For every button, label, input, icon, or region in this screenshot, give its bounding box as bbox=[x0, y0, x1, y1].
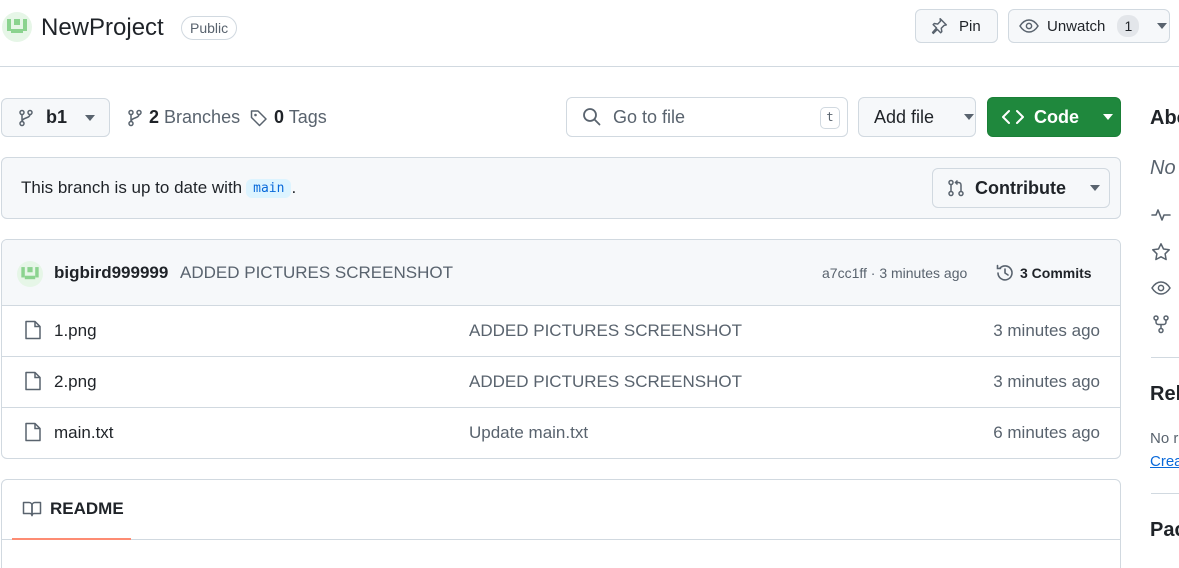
branch-status-text: This branch is up to date with main . bbox=[21, 178, 296, 198]
latest-commit-bar: bigbird999999 ADDED PICTURES SCREENSHOT … bbox=[2, 240, 1120, 306]
table-row[interactable]: 2.png ADDED PICTURES SCREENSHOT 3 minute… bbox=[2, 357, 1120, 408]
commit-meta[interactable]: a7cc1ff · 3 minutes ago bbox=[822, 265, 967, 281]
tab-readme[interactable]: README bbox=[12, 480, 131, 540]
file-name[interactable]: 2.png bbox=[54, 372, 97, 392]
star-icon[interactable] bbox=[1151, 242, 1171, 262]
unwatch-label: Unwatch bbox=[1047, 17, 1106, 35]
pin-button[interactable]: Pin bbox=[915, 9, 998, 43]
tags-label: Tags bbox=[288, 107, 327, 127]
code-label: Code bbox=[1034, 106, 1079, 127]
pulse-icon[interactable] bbox=[1151, 206, 1171, 224]
file-commit-message[interactable]: ADDED PICTURES SCREENSHOT bbox=[469, 372, 742, 392]
git-branch-icon bbox=[127, 109, 143, 127]
readme-label: README bbox=[50, 499, 124, 518]
branches-count: 2 bbox=[149, 107, 160, 127]
file-commit-message[interactable]: Update main.txt bbox=[469, 423, 588, 443]
watch-counter: 1 bbox=[1117, 15, 1140, 37]
visibility-badge: Public bbox=[181, 16, 238, 40]
caret-down-icon bbox=[964, 114, 975, 120]
shortcut-key: t bbox=[820, 107, 840, 129]
banner-suffix: . bbox=[291, 178, 297, 197]
git-branch-icon bbox=[18, 109, 34, 127]
file-icon bbox=[24, 320, 42, 340]
pin-icon bbox=[930, 17, 948, 35]
readme-panel: README bbox=[1, 479, 1121, 568]
file-commit-time: 6 minutes ago bbox=[993, 423, 1100, 442]
tags-link[interactable]: 0 Tags bbox=[250, 107, 327, 128]
commits-link[interactable]: 3 Commits bbox=[995, 263, 1092, 283]
history-icon bbox=[995, 263, 1015, 283]
add-file-button[interactable]: Add file bbox=[858, 97, 976, 137]
table-row[interactable]: main.txt Update main.txt 6 minutes ago bbox=[2, 408, 1120, 458]
releases-heading[interactable]: Rel bbox=[1150, 383, 1179, 406]
pull-request-icon bbox=[947, 179, 965, 197]
commit-author[interactable]: bigbird999999 bbox=[54, 263, 168, 283]
file-commit-message[interactable]: ADDED PICTURES SCREENSHOT bbox=[469, 321, 742, 341]
commit-message[interactable]: ADDED PICTURES SCREENSHOT bbox=[180, 263, 453, 283]
header-divider bbox=[0, 66, 1179, 67]
about-description: No bbox=[1150, 157, 1176, 179]
table-row[interactable]: 1.png ADDED PICTURES SCREENSHOT 3 minute… bbox=[2, 306, 1120, 357]
search-icon bbox=[582, 107, 602, 127]
repo-avatar-icon bbox=[2, 12, 32, 42]
file-icon bbox=[24, 371, 42, 391]
code-icon bbox=[1002, 109, 1024, 125]
file-name[interactable]: main.txt bbox=[54, 423, 114, 443]
go-to-file-input[interactable]: Go to file t bbox=[566, 97, 848, 137]
repo-forked-icon[interactable] bbox=[1151, 314, 1171, 334]
about-heading: Abo bbox=[1150, 107, 1179, 129]
tags-count: 0 bbox=[274, 107, 285, 127]
create-release-link[interactable]: Crea bbox=[1150, 453, 1179, 470]
sidebar-divider bbox=[1151, 493, 1179, 494]
commits-label: 3 Commits bbox=[1020, 265, 1092, 281]
branches-label: Branches bbox=[164, 107, 241, 127]
banner-text: This branch is up to date with bbox=[21, 178, 243, 197]
file-list: bigbird999999 ADDED PICTURES SCREENSHOT … bbox=[1, 239, 1121, 459]
book-icon bbox=[22, 500, 42, 518]
caret-down-icon bbox=[85, 114, 96, 121]
avatar[interactable] bbox=[17, 261, 43, 287]
base-branch-chip[interactable]: main bbox=[246, 178, 292, 198]
file-commit-time: 3 minutes ago bbox=[993, 372, 1100, 391]
contribute-button[interactable]: Contribute bbox=[932, 168, 1110, 208]
unwatch-button[interactable]: Unwatch 1 bbox=[1008, 9, 1170, 43]
sidebar-divider bbox=[1151, 357, 1179, 358]
repo-name[interactable]: NewProject bbox=[41, 12, 164, 44]
add-file-label: Add file bbox=[874, 106, 935, 127]
branch-selector[interactable]: b1 bbox=[1, 98, 110, 137]
contribute-label: Contribute bbox=[975, 177, 1066, 198]
file-name[interactable]: 1.png bbox=[54, 321, 97, 341]
no-releases-text: No r bbox=[1150, 430, 1179, 447]
file-icon bbox=[24, 422, 42, 442]
branches-link[interactable]: 2 Branches bbox=[127, 107, 240, 128]
caret-down-icon bbox=[1103, 114, 1113, 120]
readme-header: README bbox=[2, 480, 1120, 540]
go-to-file-placeholder: Go to file bbox=[613, 106, 686, 127]
pin-label: Pin bbox=[959, 17, 981, 35]
code-button[interactable]: Code bbox=[987, 97, 1121, 137]
eye-icon[interactable] bbox=[1151, 279, 1171, 297]
tag-icon bbox=[250, 109, 268, 127]
branch-name: b1 bbox=[46, 107, 68, 127]
packages-heading[interactable]: Pac bbox=[1150, 519, 1179, 542]
file-commit-time: 3 minutes ago bbox=[993, 321, 1100, 340]
caret-down-icon bbox=[1157, 23, 1168, 29]
eye-icon bbox=[1019, 17, 1039, 35]
caret-down-icon bbox=[1089, 185, 1100, 191]
